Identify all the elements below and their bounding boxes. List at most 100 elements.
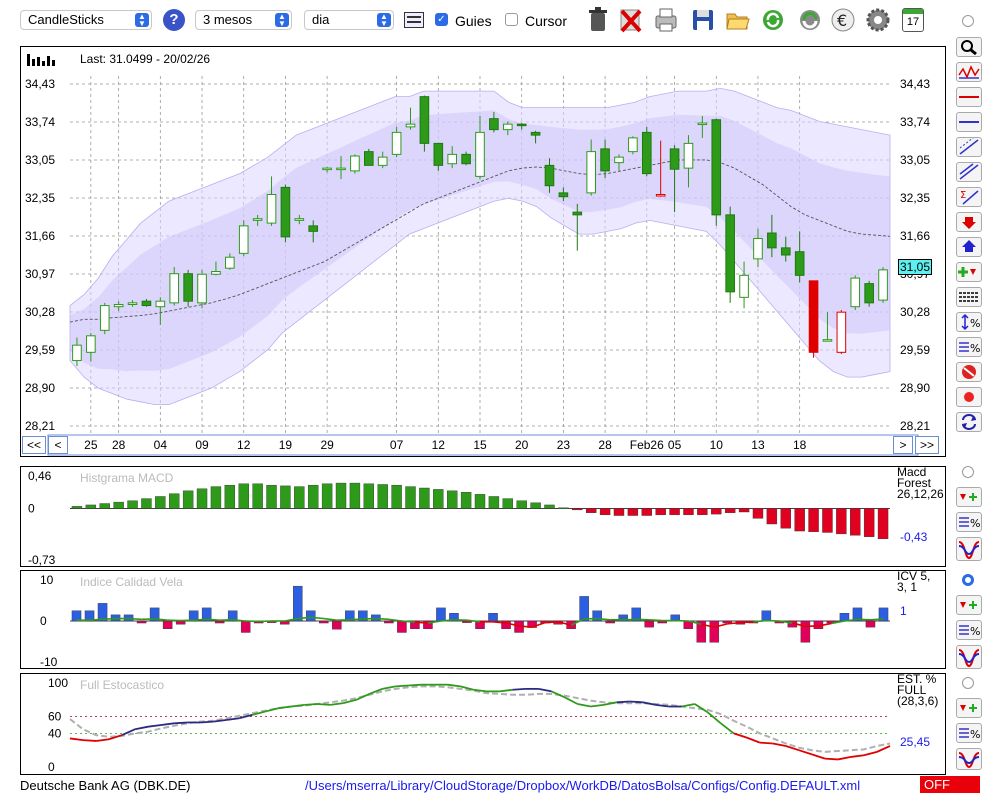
stochastic-k-line <box>395 684 409 688</box>
stochastic-k-line <box>213 719 227 723</box>
icv-radio[interactable] <box>962 574 974 586</box>
icv-signal-button[interactable] <box>956 595 982 615</box>
cursor-label: Cursor <box>525 13 568 29</box>
add-signal-icon <box>958 267 976 277</box>
zoom-button[interactable] <box>956 37 982 57</box>
macd-bar <box>627 508 639 516</box>
percent-lines-icon: % <box>959 625 980 638</box>
stochastic-signal-button[interactable] <box>956 698 982 718</box>
channel-button[interactable] <box>956 162 982 182</box>
zoom-percent-button[interactable]: % <box>956 312 982 332</box>
bollinger-button[interactable] <box>956 62 982 82</box>
icv-bar <box>175 620 186 625</box>
nav-next-far-button[interactable]: >> <box>915 436 939 454</box>
main-chart-radio[interactable] <box>962 15 974 27</box>
guides-checkbox[interactable]: ✓ <box>435 13 448 26</box>
icv-bar <box>865 620 876 628</box>
macd-bar <box>530 502 541 509</box>
candle-body <box>294 218 305 221</box>
euro-icon[interactable]: € <box>830 6 856 34</box>
help-button[interactable]: ? <box>163 9 185 31</box>
trend-line-button[interactable] <box>956 133 982 157</box>
fibonacci-button[interactable]: Σ <box>956 187 982 207</box>
horizontal-line-red-button[interactable] <box>956 87 982 107</box>
nav-next-button[interactable]: > <box>893 436 913 454</box>
save-icon[interactable] <box>690 6 716 34</box>
nav-prev-far-button[interactable]: << <box>22 436 46 454</box>
percent-button[interactable]: % <box>956 337 982 357</box>
macd-bar <box>141 498 152 509</box>
cursor-checkbox[interactable] <box>505 13 518 26</box>
swap-button[interactable] <box>956 412 982 432</box>
candle-body <box>489 118 499 131</box>
y-tick-label-right: 30,28 <box>900 305 930 319</box>
stochastic-curve-icon <box>958 649 980 668</box>
icv-percent-button[interactable]: % <box>956 620 982 640</box>
macd-radio[interactable] <box>962 466 974 478</box>
candle-body <box>183 273 193 302</box>
macd-percent-button[interactable]: % <box>956 512 982 532</box>
status-off-badge[interactable]: OFF <box>920 776 980 793</box>
icv-bar <box>579 596 589 622</box>
stochastic-title: Full Estocastico <box>80 678 165 692</box>
macd-signal-button[interactable] <box>956 487 982 507</box>
sell-arrow-button[interactable] <box>956 212 982 232</box>
nav-prev-button[interactable]: < <box>48 436 68 454</box>
chevron-updown-icon: ▲ ▼ <box>135 13 149 28</box>
macd-bar <box>599 508 611 516</box>
icv-bar <box>240 620 251 633</box>
chart-type-select[interactable]: CandleSticks ▲ ▼ <box>20 10 152 30</box>
trash-icon[interactable] <box>585 6 611 34</box>
stochastic-percent-button[interactable]: % <box>956 723 982 743</box>
zoom-percent-icon: % <box>961 313 980 331</box>
config-path-link[interactable]: /Users/mserra/Library/CloudStorage/Dropb… <box>305 778 860 793</box>
open-folder-icon[interactable] <box>725 6 751 34</box>
candle-body <box>475 131 485 177</box>
candle-body <box>767 232 777 249</box>
macd-bar <box>641 508 652 516</box>
reload-icon[interactable] <box>797 6 823 34</box>
stochastic-y-tick-label: 60 <box>48 710 62 724</box>
macd-bar <box>377 484 388 509</box>
macd-current-value: -0,43 <box>900 530 928 544</box>
grid-lines-button[interactable] <box>956 287 982 307</box>
add-signal-button[interactable] <box>956 262 982 282</box>
macd-y-tick-label: -0,73 <box>28 553 56 567</box>
icv-curve-button[interactable] <box>956 645 982 669</box>
macd-bar <box>724 508 736 513</box>
icv-bar <box>709 620 720 643</box>
stochastic-radio[interactable] <box>962 677 974 689</box>
icv-signal-line <box>102 617 116 621</box>
interval-select[interactable]: dia ▲ ▼ <box>304 10 394 30</box>
macd-curve-button[interactable] <box>956 537 982 561</box>
main-chart[interactable]: 34,43 34,43 33,74 33,74 33,05 33,05 32,35 32,35… <box>20 46 946 457</box>
stop-button[interactable] <box>956 362 982 382</box>
icv-bar <box>397 620 407 633</box>
y-tick-label-left: 30,97 <box>25 267 55 281</box>
svg-text:Σ: Σ <box>960 190 966 201</box>
stochastic-curve-button[interactable] <box>956 748 982 770</box>
period-select[interactable]: 3 mesos ▲ ▼ <box>195 10 292 30</box>
stochastic-k-line <box>512 687 526 691</box>
icv-bar <box>306 610 316 622</box>
icv-bar <box>319 620 329 624</box>
print-icon[interactable] <box>653 6 679 34</box>
horizontal-line-blue-button[interactable] <box>956 112 982 132</box>
candle-body <box>72 344 82 362</box>
delete-icon[interactable] <box>618 6 644 34</box>
refresh-icon[interactable] <box>760 6 786 34</box>
chart-settings-icon[interactable] <box>404 12 424 28</box>
horizontal-line-blue-icon <box>959 121 979 123</box>
sell-arrow-icon <box>962 217 976 229</box>
record-button[interactable] <box>956 387 982 407</box>
gear-icon[interactable] <box>865 6 891 34</box>
icv-bar <box>293 585 303 622</box>
stochastic-params-label: EST. % FULL (28,3,6) <box>897 672 939 708</box>
signal-arrows-icon <box>960 601 977 609</box>
buy-arrow-button[interactable] <box>956 237 982 257</box>
stochastic-y-tick-label: 100 <box>48 676 68 690</box>
macd-bar <box>113 501 124 509</box>
calendar-icon[interactable]: 17 <box>902 8 924 32</box>
chart-type-mini-icon <box>26 52 58 68</box>
stochastic-k-line <box>134 725 149 731</box>
